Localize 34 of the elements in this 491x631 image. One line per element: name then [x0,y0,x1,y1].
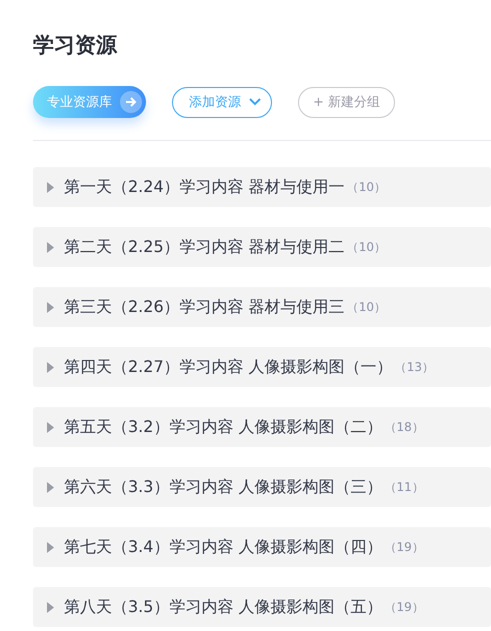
group-row[interactable]: 第四天（2.27）学习内容 人像摄影构图（一）（13） [33,347,491,387]
group-row[interactable]: 第七天（3.4）学习内容 人像摄影构图（四）（19） [33,527,491,567]
item-count: （13） [394,358,434,376]
caret-right-icon [47,302,54,312]
caret-right-icon [47,542,54,552]
group-row[interactable]: 第六天（3.3）学习内容 人像摄影构图（三）（11） [33,467,491,507]
caret-right-icon [47,362,54,372]
item-count: （19） [384,598,424,616]
caret-right-icon [47,242,54,252]
group-name: 第二天（2.25）学习内容 器材与使用二 [64,236,345,258]
group-name: 第三天（2.26）学习内容 器材与使用三 [64,296,345,318]
group-row[interactable]: 第二天（2.25）学习内容 器材与使用二（10） [33,227,491,267]
item-count: （10） [346,238,386,256]
item-count: （10） [346,298,386,316]
item-count: （19） [384,538,424,556]
page-title: 学习资源 [33,32,118,59]
group-name: 第一天（2.24）学习内容 器材与使用一 [64,176,345,198]
chevron-down-icon [249,98,261,106]
group-name: 第八天（3.5）学习内容 人像摄影构图（五） [64,596,383,618]
group-name: 第五天（3.2）学习内容 人像摄影构图（二） [64,416,383,438]
caret-right-icon [47,182,54,192]
item-count: （11） [384,478,424,496]
caret-right-icon [47,602,54,612]
caret-right-icon [47,422,54,432]
group-name: 第四天（2.27）学习内容 人像摄影构图（一） [64,356,393,378]
group-row[interactable]: 第一天（2.24）学习内容 器材与使用一（10） [33,167,491,207]
group-row[interactable]: 第五天（3.2）学习内容 人像摄影构图（二）（18） [33,407,491,447]
item-count: （18） [384,418,424,436]
group-row[interactable]: 第三天（2.26）学习内容 器材与使用三（10） [33,287,491,327]
group-name: 第七天（3.4）学习内容 人像摄影构图（四） [64,536,383,558]
group-row[interactable]: 第八天（3.5）学习内容 人像摄影构图（五）（19） [33,587,491,627]
item-count: （10） [346,178,386,196]
caret-right-icon [47,482,54,492]
group-name: 第六天（3.3）学习内容 人像摄影构图（三） [64,476,383,498]
